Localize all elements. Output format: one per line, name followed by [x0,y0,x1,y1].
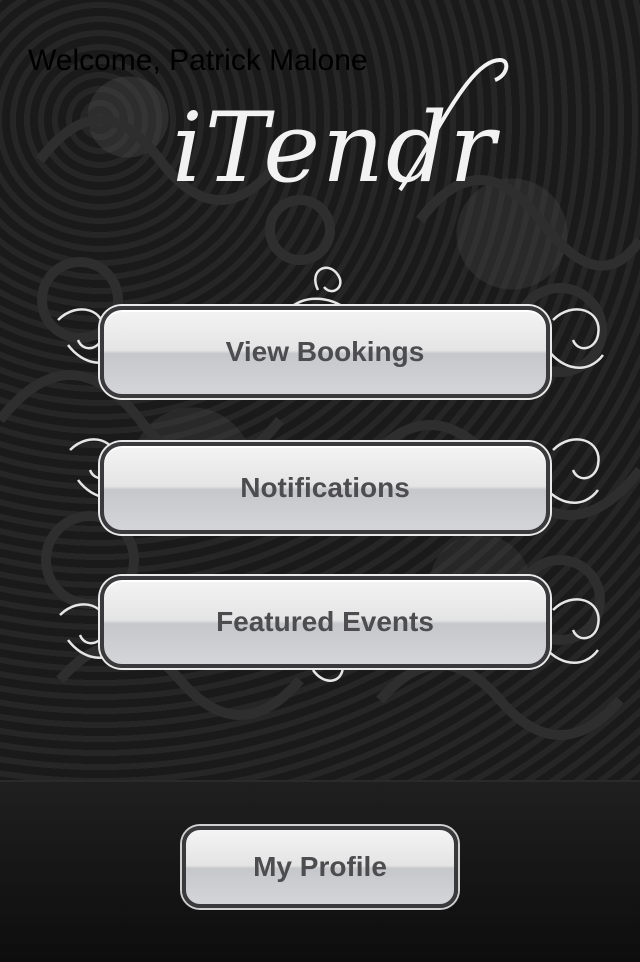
featured-events-button[interactable]: Featured Events [100,576,550,668]
notifications-button[interactable]: Notifications [100,442,550,534]
app-logo: iTendr [172,92,498,204]
welcome-text: Welcome, Patrick Malone [28,44,368,77]
my-profile-button[interactable]: My Profile [182,826,458,908]
view-bookings-button[interactable]: View Bookings [100,306,550,398]
